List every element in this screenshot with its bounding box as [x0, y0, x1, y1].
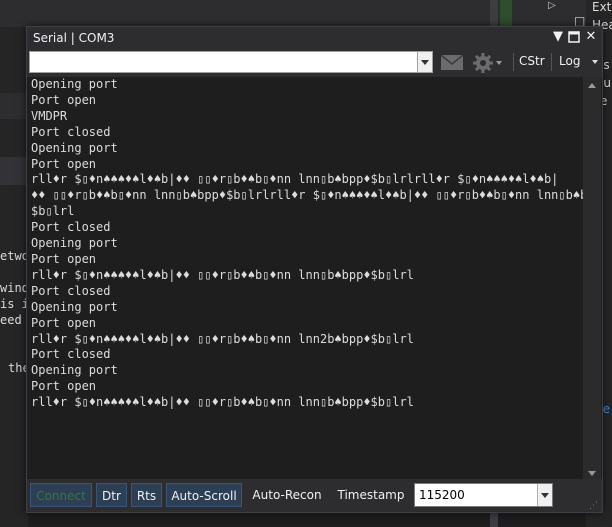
bg-text-fragment: winde [0, 281, 26, 295]
close-icon[interactable]: ✕ [583, 29, 599, 45]
bg-text-fragment: eed : [0, 313, 26, 327]
console-line: Port closed [31, 220, 111, 235]
autoscroll-toggle[interactable]: Auto-Scroll [166, 483, 242, 507]
title-bar[interactable]: Serial | COM3 ▼ ✕ [27, 27, 602, 49]
mail-icon[interactable] [439, 51, 465, 73]
status-bar: Connect Dtr Rts Auto-Scroll Auto-Recon T… [27, 479, 602, 512]
bg-text-fragment: is i [0, 297, 26, 311]
baud-rate-value: 115200 [419, 488, 465, 502]
serial-output[interactable]: Opening port Port open VMDPR Port closed Ope… [29, 77, 583, 477]
ide-left-pane [0, 27, 28, 527]
log-button[interactable]: Log [559, 54, 580, 68]
chevron-down-icon[interactable] [537, 484, 552, 506]
console-line: Port closed [31, 347, 111, 362]
console-line: Opening port [31, 236, 118, 251]
console-line: Port closed [31, 283, 111, 298]
console-line: Port open [31, 315, 97, 330]
gear-icon[interactable] [471, 51, 505, 73]
rts-toggle[interactable]: Rts [131, 483, 162, 507]
scroll-up-icon[interactable] [588, 83, 596, 88]
bg-text-fragment: etwor [0, 249, 26, 263]
cstr-button[interactable]: CStr [519, 54, 545, 68]
ide-left-band [0, 157, 28, 185]
send-input-combo[interactable] [29, 51, 433, 73]
console-line: Opening port [31, 299, 118, 314]
dtr-toggle[interactable]: Dtr [96, 483, 127, 507]
toolbar-divider [551, 53, 552, 71]
maximize-icon[interactable] [566, 29, 582, 45]
console-line: Port open [31, 92, 97, 107]
resize-grip-icon[interactable]: ⋰ [589, 501, 598, 511]
bg-text-fragment: Exte [592, 0, 612, 14]
baud-rate-select[interactable]: 115200 [414, 483, 553, 507]
console-line: ♦♦ ▯▯♦r▯b♦♠b▯♦nn lnn▯b♠bpp♦$b▯lrlrll♦r $… [31, 188, 583, 203]
expand-arrow-icon: ▷ [548, 0, 556, 11]
chevron-down-icon[interactable] [417, 52, 432, 72]
scroll-down-icon[interactable] [588, 471, 596, 476]
console-line: rll♦r $▯♦n♠♠♠♦♠l♦♠b|♦♦ ▯▯♦r▯b♦♠b▯♦nn lnn… [31, 331, 414, 346]
toolbar: CStr Log [27, 49, 602, 77]
console-line: Port open [31, 251, 97, 266]
console-line: Port open [31, 156, 97, 171]
connect-button[interactable]: Connect [30, 483, 92, 507]
console-line: Opening port [31, 363, 118, 378]
minimize-icon[interactable]: ▼ [550, 29, 566, 45]
serial-window: Serial | COM3 ▼ ✕ CStr Log Opening port … [26, 26, 603, 513]
window-title: Serial | COM3 [33, 31, 115, 45]
console-line: Port open [31, 379, 97, 394]
console-line: Port closed [31, 124, 111, 139]
console-line: VMDPR [31, 108, 68, 123]
bg-text-fragment: the [8, 361, 26, 375]
console-line: rll♦r $▯♦n♠♠♠♦♠l♦♠b|♦♦ ▯▯♦r▯b♦♠b▯♦nn lnn… [31, 395, 414, 410]
console-line: rll♦r $▯♦n♠♠♠♦♠l♦♠b|♦♦ ▯▯♦r▯b♦♠b▯♦nn lnn… [31, 267, 414, 282]
log-dropdown-icon[interactable] [592, 60, 598, 64]
send-input[interactable] [30, 56, 33, 70]
autorecon-toggle[interactable]: Auto-Recon [247, 483, 327, 507]
console-line: Opening port [31, 140, 118, 155]
vertical-scrollbar[interactable] [583, 77, 601, 483]
ide-left-band [0, 93, 28, 119]
console-line: $b▯lrl [31, 204, 75, 219]
toolbar-divider [513, 53, 514, 71]
console-line: Opening port [31, 77, 118, 91]
ide-top-bar [0, 0, 612, 27]
timestamp-toggle[interactable]: Timestamp [333, 483, 409, 507]
console-line: rll♦r $▯♦n♠♠♠♦♠l♦♠b|♦♦ ▯▯♦r▯b♦♠b▯♦nn lnn… [31, 172, 559, 187]
